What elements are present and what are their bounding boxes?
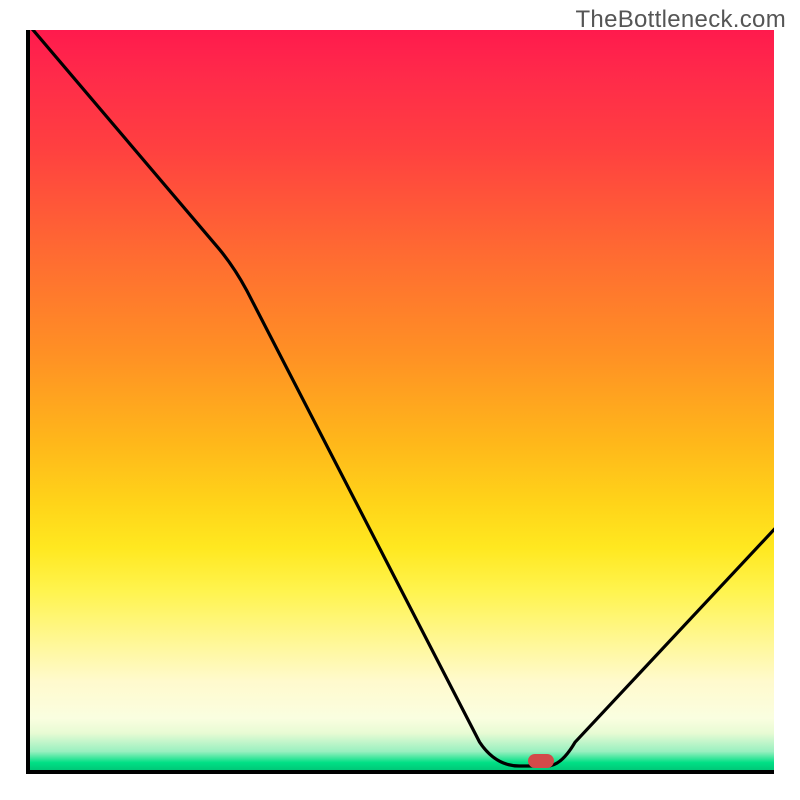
plot-area [26, 30, 774, 774]
curve-svg [30, 30, 774, 770]
optimal-marker [528, 754, 554, 768]
chart-container: TheBottleneck.com [0, 0, 800, 800]
bottleneck-curve [28, 30, 774, 766]
